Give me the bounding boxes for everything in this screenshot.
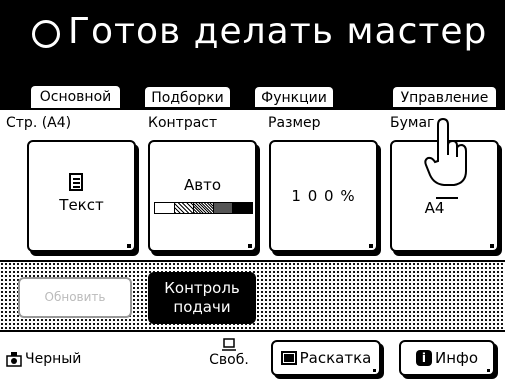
contrast-label: Контраст xyxy=(148,115,218,131)
status-text: Готов делать мастер xyxy=(68,11,488,52)
tab-basic[interactable]: Основной xyxy=(29,84,122,108)
feed-control-label-line1: Контроль xyxy=(164,279,240,297)
tab-selections[interactable]: Подборки xyxy=(143,85,232,107)
page-type-button[interactable]: Текст xyxy=(27,140,136,252)
ink-status: Черный xyxy=(6,350,81,368)
size-value: 1 0 0 % xyxy=(291,187,356,205)
tab-bar: Основной Подборки Функции Управление xyxy=(0,78,505,108)
feed-control-button[interactable]: Контроль подачи xyxy=(148,272,256,324)
info-label: Инфо xyxy=(434,349,479,367)
corner-mark-icon xyxy=(369,244,373,248)
feed-control-label-line2: подачи xyxy=(173,298,231,316)
corner-mark-icon xyxy=(487,369,490,372)
collate-button[interactable]: Раскатка xyxy=(271,340,381,376)
info-button[interactable]: i Инфо xyxy=(399,340,495,376)
screen: Готов делать мастер Основной Подборки Фу… xyxy=(0,0,505,383)
collate-label: Раскатка xyxy=(299,349,372,367)
corner-mark-icon xyxy=(127,244,131,248)
status-header: Готов делать мастер xyxy=(0,0,505,78)
corner-mark-icon xyxy=(490,244,494,248)
contrast-level-bar xyxy=(154,202,253,214)
paper-value: A4 xyxy=(424,199,445,217)
size-label: Размер xyxy=(268,115,321,131)
free-space-indicator: Своб. xyxy=(203,338,255,369)
corner-mark-icon xyxy=(373,369,376,372)
paper-stack-icon xyxy=(222,338,236,351)
pointing-hand-icon xyxy=(424,117,467,186)
update-button[interactable]: Обновить xyxy=(18,277,132,318)
contrast-button[interactable]: Авто xyxy=(148,140,257,252)
ready-status-icon xyxy=(32,20,60,48)
page-label: Стр. (A4) xyxy=(6,115,72,131)
page-type-value: Текст xyxy=(59,196,104,214)
info-icon: i xyxy=(415,350,432,366)
corner-mark-icon xyxy=(248,244,252,248)
ink-color-label: Черный xyxy=(25,351,82,367)
action-strip: Обновить Контроль подачи xyxy=(0,260,505,332)
size-button[interactable]: 1 0 0 % xyxy=(269,140,378,252)
free-space-label: Своб. xyxy=(209,352,249,368)
tab-admin[interactable]: Управление xyxy=(391,85,498,107)
collate-icon xyxy=(280,351,297,365)
tab-functions[interactable]: Функции xyxy=(253,85,335,107)
bottom-bar: Черный Своб. Раскатка i Инфо xyxy=(0,332,505,383)
ink-drum-icon xyxy=(6,352,22,367)
contrast-value: Авто xyxy=(183,176,222,194)
document-icon xyxy=(69,173,83,191)
